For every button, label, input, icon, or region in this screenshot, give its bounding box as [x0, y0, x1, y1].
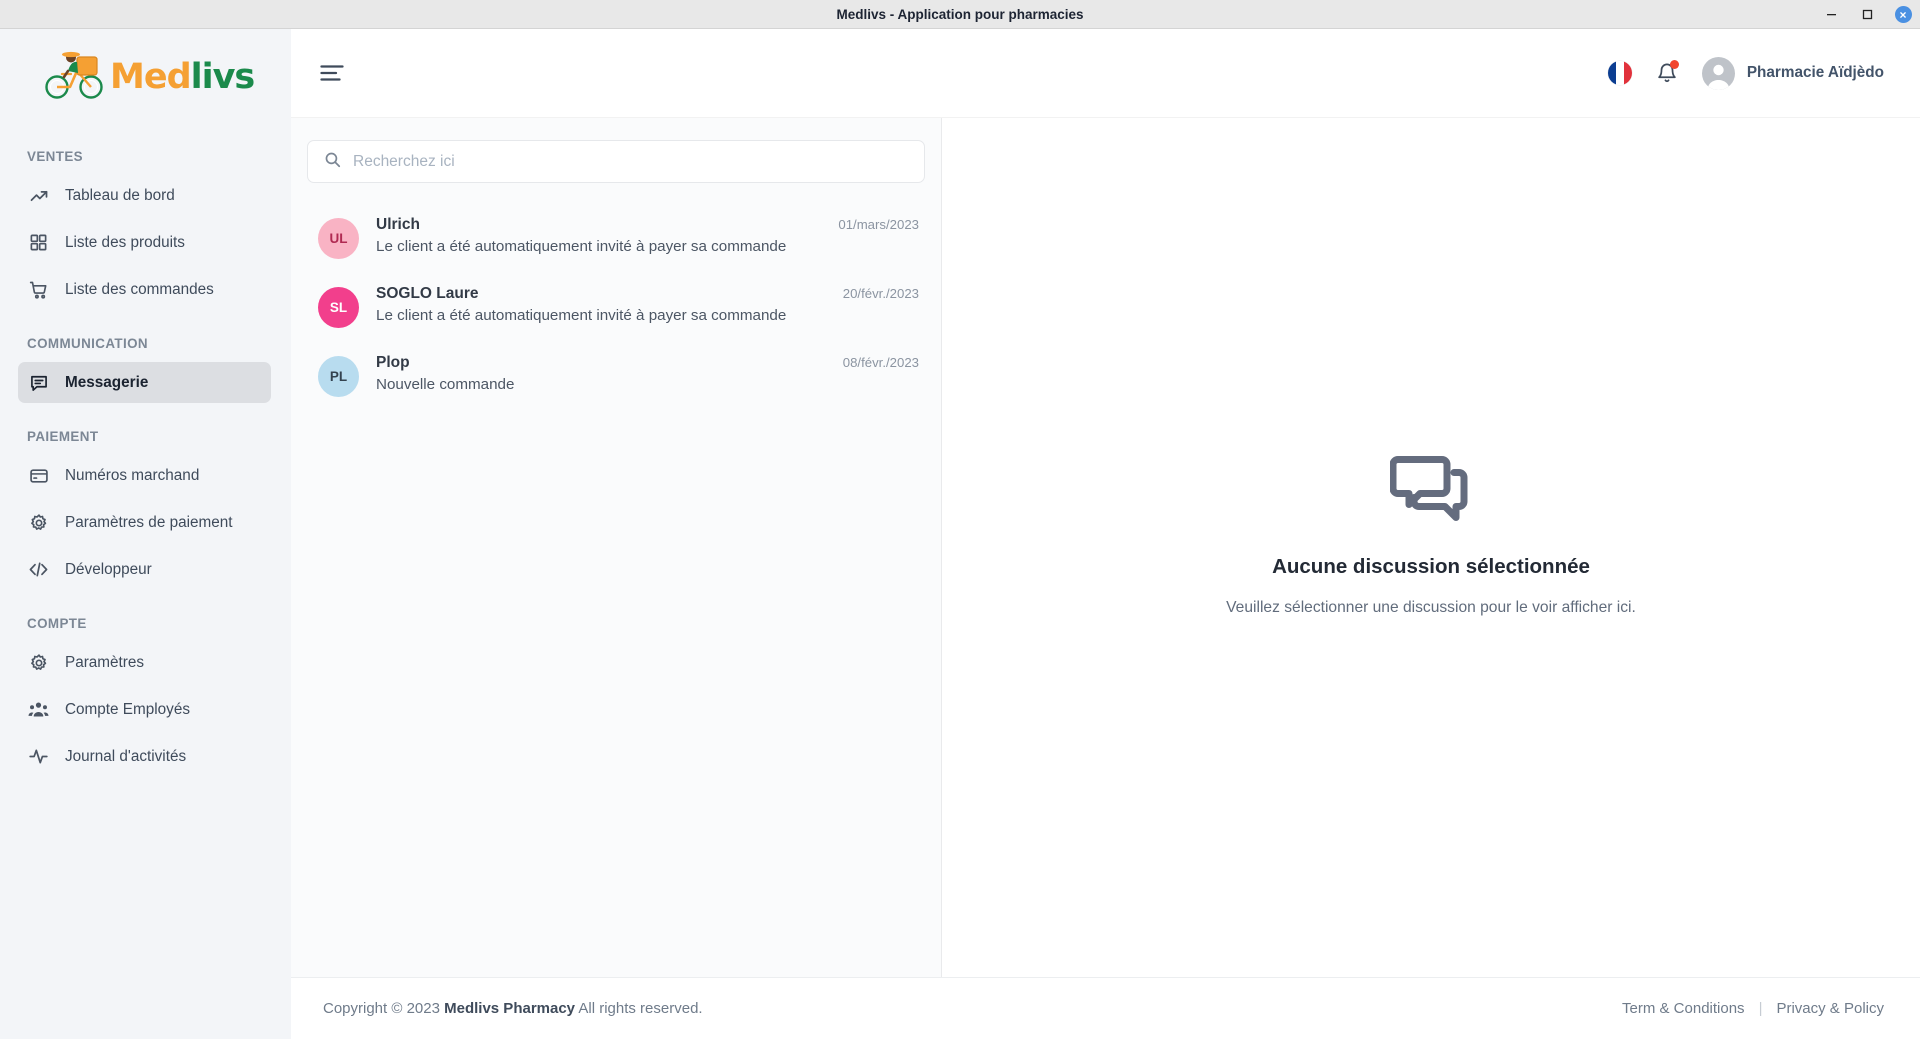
sidebar: Medlivs VENTES Tableau de bord Liste des… — [0, 29, 291, 1039]
copyright-suffix: All rights reserved. — [578, 1000, 703, 1017]
credit-card-icon — [28, 465, 49, 486]
sidebar-item-label: Paramètres de paiement — [65, 513, 233, 531]
sidebar-item-label: Messagerie — [65, 373, 149, 391]
sidebar-item-developpeur[interactable]: Développeur — [18, 549, 271, 590]
chat-bubbles-icon — [1226, 452, 1636, 528]
maximize-icon[interactable] — [1856, 4, 1878, 26]
sidebar-item-parametres[interactable]: Paramètres — [18, 642, 271, 683]
copyright-text: Copyright © 2023 Medlivs Pharmacy All ri… — [323, 1000, 703, 1017]
brand-name-part1: Med — [110, 57, 192, 97]
conversation-list[interactable]: UL Ulrich 01/mars/2023 Le client a été a… — [291, 193, 941, 977]
footer-links: Term & Conditions | Privacy & Policy — [1622, 1000, 1884, 1017]
window-controls: × — [1820, 0, 1914, 29]
sidebar-item-liste-des-produits[interactable]: Liste des produits — [18, 222, 271, 263]
conversation-item[interactable]: UL Ulrich 01/mars/2023 Le client a été a… — [291, 203, 941, 272]
sidebar-section-ventes: VENTES — [27, 148, 83, 164]
sidebar-item-label: Développeur — [65, 560, 152, 578]
empty-state-subtitle: Veuillez sélectionner une discussion pou… — [1226, 599, 1636, 616]
sidebar-item-label: Paramètres — [65, 653, 145, 671]
close-icon: × — [1894, 6, 1912, 23]
privacy-link[interactable]: Privacy & Policy — [1776, 1000, 1884, 1017]
avatar-initials: PL — [329, 369, 348, 384]
conversation-date: 20/févr./2023 — [842, 286, 919, 301]
close-button[interactable]: × — [1892, 4, 1914, 26]
conversation-preview: Le client a été automatiquement invité à… — [376, 307, 787, 324]
avatar: UL — [318, 218, 359, 259]
french-flag-icon[interactable] — [1607, 61, 1632, 85]
sidebar-section-compte: COMPTE — [27, 615, 87, 631]
conversation-name: SOGLO Laure — [376, 285, 479, 302]
sidebar-item-numeros-marchand[interactable]: Numéros marchand — [18, 455, 271, 496]
sidebar-section-paiement: PAIEMENT — [27, 428, 99, 444]
profile-name: Pharmacie Aïdjèdo — [1746, 64, 1884, 81]
chat-panel: Aucune discussion sélectionnée Veuillez … — [942, 118, 1920, 977]
chat-icon — [28, 372, 49, 393]
gear-icon — [28, 512, 49, 533]
window-title-bar: Medlivs - Application pour pharmacies × — [0, 0, 1920, 29]
grid-icon — [28, 232, 49, 253]
users-icon — [28, 699, 49, 720]
conversation-preview: Nouvelle commande — [376, 376, 515, 393]
code-icon — [28, 559, 49, 580]
conversation-name: Ulrich — [376, 216, 420, 233]
delivery-cyclist-logo-icon — [44, 49, 106, 106]
user-avatar-icon — [1701, 56, 1735, 90]
brand-logo[interactable]: Medlivs — [0, 29, 291, 125]
conversation-preview: Le client a été automatiquement invité à… — [376, 238, 787, 255]
sidebar-item-label: Liste des commandes — [65, 280, 214, 298]
notification-badge — [1669, 60, 1679, 69]
bell-icon[interactable] — [1654, 60, 1680, 86]
sidebar-item-parametres-de-paiement[interactable]: Paramètres de paiement — [18, 502, 271, 543]
profile-menu[interactable]: Pharmacie Aïdjèdo — [1701, 56, 1884, 90]
empty-state: Aucune discussion sélectionnée Veuillez … — [1226, 452, 1636, 617]
window-title: Medlivs - Application pour pharmacies — [836, 6, 1084, 22]
copyright-prefix: Copyright © 2023 — [323, 1000, 440, 1017]
footer-separator: | — [1758, 1000, 1763, 1017]
top-bar: Pharmacie Aïdjèdo — [291, 29, 1920, 118]
conversation-list-panel: UL Ulrich 01/mars/2023 Le client a été a… — [291, 118, 942, 977]
conversation-date: 01/mars/2023 — [838, 217, 919, 232]
sidebar-item-compte-employes[interactable]: Compte Employés — [18, 689, 271, 730]
company-name: Medlivs Pharmacy — [444, 1000, 576, 1017]
search-input[interactable] — [353, 152, 908, 171]
app-root: Medlivs VENTES Tableau de bord Liste des… — [0, 29, 1920, 1039]
avatar: PL — [318, 356, 359, 397]
activity-icon — [28, 746, 49, 767]
hamburger-icon[interactable] — [315, 56, 349, 90]
sidebar-item-label: Tableau de bord — [65, 186, 175, 204]
brand-name-part2: livs — [190, 57, 256, 97]
content-area: UL Ulrich 01/mars/2023 Le client a été a… — [291, 118, 1920, 977]
sidebar-item-label: Liste des produits — [65, 233, 185, 251]
sidebar-item-tableau-de-bord[interactable]: Tableau de bord — [18, 175, 271, 216]
minimize-icon[interactable] — [1820, 4, 1842, 26]
sidebar-item-journal-d-activites[interactable]: Journal d'activités — [18, 736, 271, 777]
search-icon — [324, 151, 341, 173]
empty-state-title: Aucune discussion sélectionnée — [1272, 555, 1590, 578]
conversation-name: Plop — [376, 354, 410, 371]
sidebar-item-messagerie[interactable]: Messagerie — [18, 362, 271, 403]
search-box[interactable] — [307, 140, 925, 183]
sidebar-item-label: Journal d'activités — [65, 747, 187, 765]
avatar-initials: UL — [329, 231, 348, 246]
search-row — [291, 118, 941, 193]
sidebar-item-label: Numéros marchand — [65, 466, 200, 484]
gear-icon — [28, 652, 49, 673]
top-bar-right: Pharmacie Aïdjèdo — [1607, 56, 1884, 90]
conversation-item[interactable]: SL SOGLO Laure 20/févr./2023 Le client a… — [291, 272, 941, 341]
sidebar-item-label: Compte Employés — [65, 700, 190, 718]
avatar: SL — [318, 287, 359, 328]
sidebar-section-communication: COMMUNICATION — [27, 335, 148, 351]
avatar-initials: SL — [329, 300, 348, 315]
trending-up-icon — [28, 185, 49, 206]
terms-link[interactable]: Term & Conditions — [1622, 1000, 1745, 1017]
shopping-cart-icon — [28, 279, 49, 300]
footer: Copyright © 2023 Medlivs Pharmacy All ri… — [291, 977, 1920, 1039]
conversation-date: 08/févr./2023 — [842, 355, 919, 370]
main-area: Pharmacie Aïdjèdo Recherchez ici UL Ulri… — [291, 29, 1920, 1039]
conversation-item[interactable]: PL Plop 08/févr./2023 Nouvelle commande — [291, 341, 941, 410]
sidebar-item-liste-des-commandes[interactable]: Liste des commandes — [18, 269, 271, 310]
